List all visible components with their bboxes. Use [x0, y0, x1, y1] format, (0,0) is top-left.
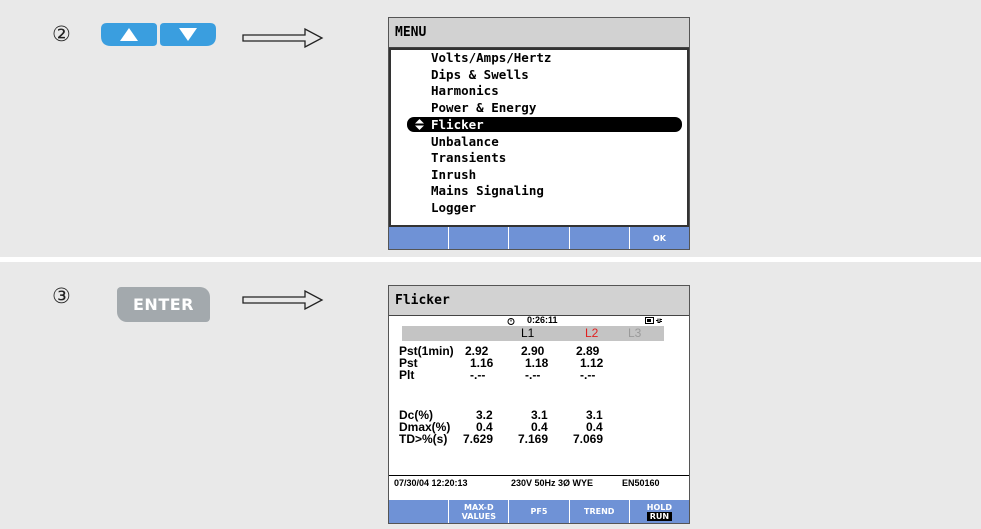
menu-item[interactable]: Unbalance — [431, 134, 499, 151]
status-config: 230V 50Hz 3Ø WYE — [511, 478, 594, 488]
softkey-label-top: HOLD — [646, 502, 673, 512]
softkey-f4[interactable] — [568, 227, 629, 249]
softkey-trend[interactable]: TREND — [568, 500, 629, 523]
enter-button[interactable]: ENTER — [117, 287, 210, 322]
up-arrow-key[interactable] — [101, 23, 157, 46]
value-l3: -.-- — [580, 368, 596, 382]
up-down-arrows-icon — [415, 119, 424, 130]
screen-title: Flicker — [389, 286, 689, 316]
long-right-arrow-icon — [242, 28, 324, 48]
softkey-max-d-values[interactable]: MAX-D VALUES — [448, 500, 508, 523]
softkey-pf5[interactable]: PF5 — [508, 500, 568, 523]
softkey-f3[interactable] — [508, 227, 568, 249]
stopwatch-icon — [507, 318, 515, 325]
softkey-label-bottom: VALUES — [461, 511, 496, 521]
row-label: TD>%(s) — [399, 432, 448, 446]
value-l3: 7.069 — [573, 432, 604, 446]
menu-item[interactable]: Transients — [431, 150, 506, 167]
softkey-hold-run[interactable]: HOLD RUN — [628, 500, 689, 523]
menu-item[interactable]: Harmonics — [431, 83, 499, 100]
up-down-keys — [101, 23, 216, 46]
softkey-bar: OK — [389, 227, 689, 249]
softkey-label-top: TREND — [584, 507, 615, 516]
menu-list: Volts/Amps/Hertz Dips & Swells Harmonics… — [389, 48, 689, 227]
status-divider — [389, 475, 689, 476]
phase-l3: L3 — [628, 326, 642, 340]
menu-item[interactable]: Logger — [431, 200, 476, 217]
phase-l2: L2 — [585, 326, 599, 340]
status-standard: EN50160 — [622, 478, 660, 488]
softkey-f2[interactable] — [448, 227, 508, 249]
softkey-label-bottom: RUN — [646, 511, 673, 521]
phase-l1: L1 — [521, 326, 535, 340]
value-l1: 7.629 — [463, 432, 494, 446]
step-2-row: ② MENU Volts/Amps/Hertz Dips & Swells Ha… — [0, 0, 981, 257]
menu-item[interactable]: Dips & Swells — [431, 67, 529, 84]
softkey-label-top: PF5 — [530, 507, 548, 516]
menu-item[interactable]: Volts/Amps/Hertz — [431, 50, 551, 67]
long-right-arrow-icon — [242, 290, 324, 310]
value-l1: -.-- — [470, 368, 486, 382]
menu-item-label: Flicker — [431, 117, 484, 132]
softkey-f1[interactable] — [389, 227, 448, 249]
battery-plug-icon — [645, 317, 662, 324]
down-arrow-key[interactable] — [160, 23, 216, 46]
menu-item[interactable]: Power & Energy — [431, 100, 536, 117]
menu-item-selected[interactable]: Flicker — [407, 117, 682, 132]
softkey-f1[interactable] — [389, 500, 448, 523]
step-number: ③ — [52, 284, 71, 308]
softkey-label-top: MAX-D — [463, 502, 494, 512]
menu-item[interactable]: Inrush — [431, 167, 476, 184]
elapsed-timer: 0:26:11 — [527, 315, 558, 325]
value-l2: 7.169 — [518, 432, 549, 446]
value-l2: -.-- — [525, 368, 541, 382]
row-label: Plt — [399, 368, 415, 382]
screen-title: MENU — [389, 18, 689, 48]
status-datetime: 07/30/04 12:20:13 — [394, 478, 468, 488]
softkey-ok[interactable]: OK — [628, 227, 689, 249]
menu-screen: MENU Volts/Amps/Hertz Dips & Swells Harm… — [388, 17, 690, 250]
menu-item[interactable]: Mains Signaling — [431, 183, 544, 200]
step-number: ② — [52, 22, 71, 46]
softkey-bar: MAX-D VALUES PF5 TREND HOLD RUN — [389, 500, 689, 523]
flicker-screen: Flicker 0:26:11 L1 L2 L3 Pst(1min) 2.92 … — [388, 285, 690, 524]
step-3-row: ③ ENTER Flicker 0:26:11 L1 L2 L3 Pst(1mi… — [0, 262, 981, 529]
